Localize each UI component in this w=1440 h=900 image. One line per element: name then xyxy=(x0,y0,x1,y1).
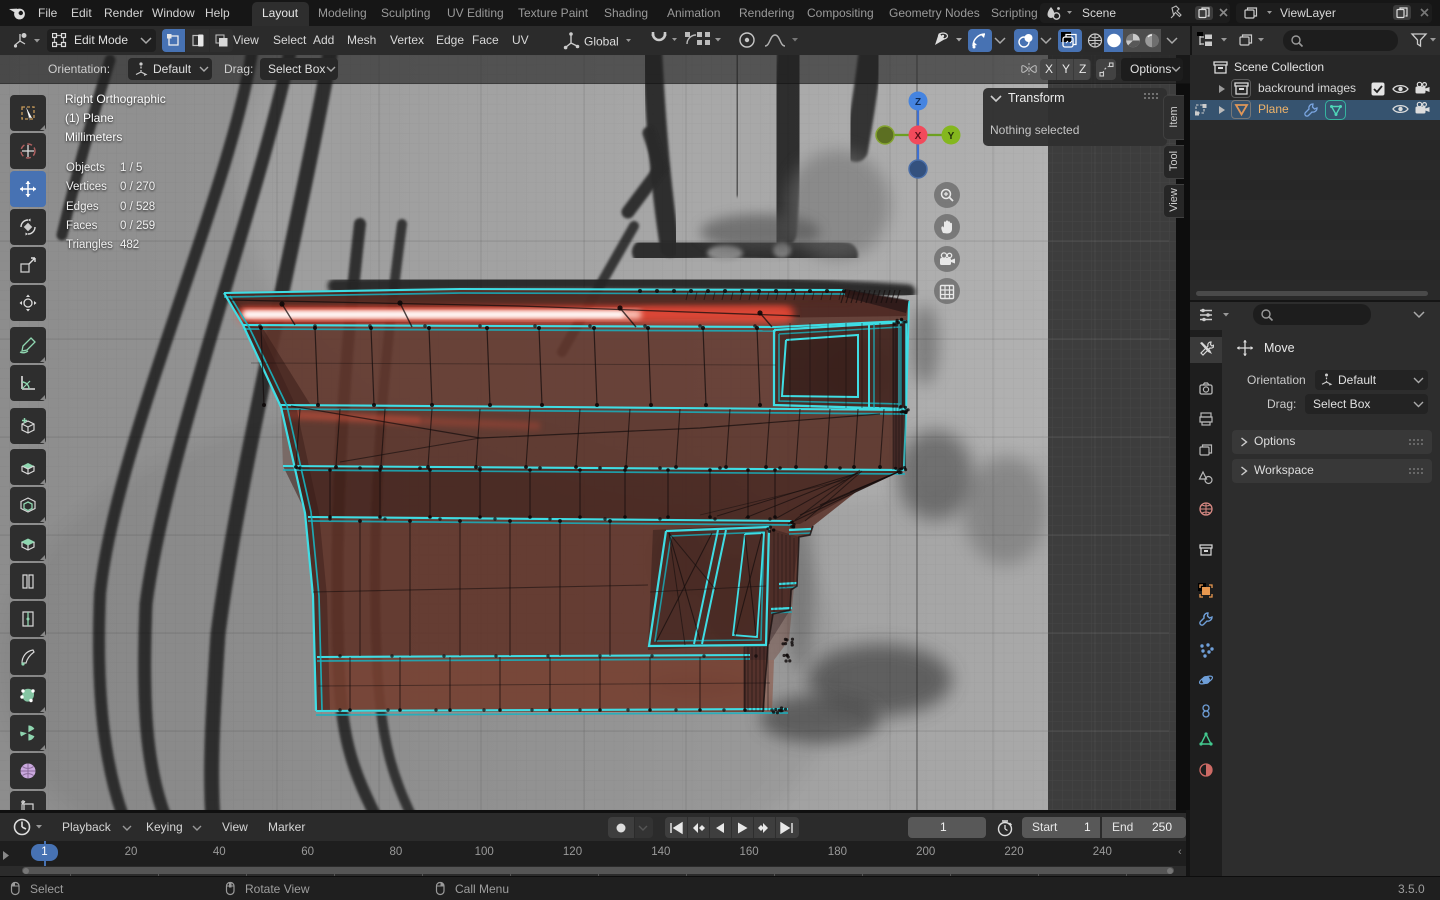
svg-text:Z: Z xyxy=(915,97,921,108)
svg-text:Y: Y xyxy=(948,131,955,142)
svg-text:Global: Global xyxy=(584,35,619,49)
svg-text:X: X xyxy=(915,131,922,142)
